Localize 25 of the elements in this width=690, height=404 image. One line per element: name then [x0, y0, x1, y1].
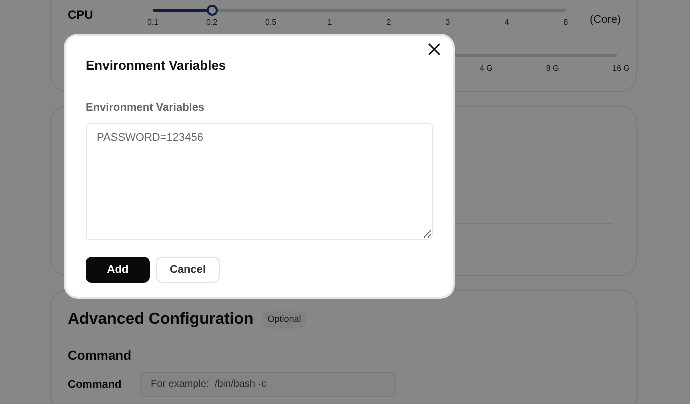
tick-label: 8	[564, 17, 568, 29]
close-icon	[428, 43, 441, 56]
close-button[interactable]	[428, 43, 441, 56]
dialog-title: Environment Variables	[86, 57, 226, 75]
field-label: Environment Variables	[86, 100, 205, 116]
cpu-unit: (Core)	[590, 13, 622, 28]
tick-label: 16 G	[612, 63, 630, 75]
tick-label: 2	[386, 17, 392, 29]
tick-label: 8 G	[546, 63, 560, 75]
environment-variables-textarea[interactable]: PASSWORD=123456	[86, 123, 433, 240]
tick-label: 0.5	[265, 17, 277, 29]
tick-label: 4 G	[480, 63, 493, 75]
cancel-button[interactable]: Cancel	[156, 257, 220, 283]
command-input[interactable]: For example: /bin/bash -c	[140, 372, 396, 397]
section-title: Advanced Configuration	[68, 310, 254, 330]
add-button[interactable]: Add	[86, 257, 150, 283]
optional-badge: Optional	[262, 311, 308, 329]
cpu-label: CPU	[68, 7, 94, 24]
tick-label: 1	[328, 17, 332, 29]
tick-label: 4	[504, 17, 510, 29]
tick-label: 3	[446, 17, 450, 29]
field-label: Command	[68, 378, 122, 393]
tick-label: 0.2	[206, 17, 218, 29]
tick-label: 0.1	[147, 17, 159, 29]
subsection-title: Command	[68, 347, 132, 365]
